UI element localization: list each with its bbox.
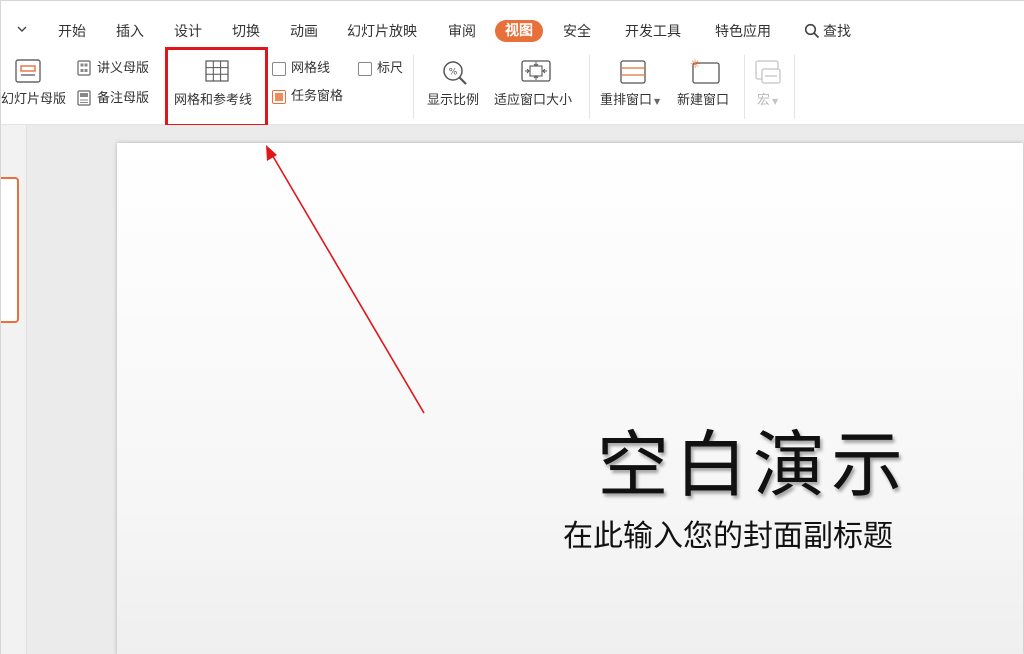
- slide-thumbnail[interactable]: [1, 177, 19, 323]
- window-frame: 开始 插入 设计 切换 动画 幻灯片放映 审阅 视图 安全 开发工具 特色应用 …: [0, 0, 1024, 654]
- slide-thumbnail-panel: [1, 125, 27, 654]
- new-window-button[interactable]: 新建窗口: [677, 93, 729, 109]
- ribbon-view: 幻灯片母版 讲义母版 备注母版 网格和参考线 网格线 标尺 任务窗格 % 显示比…: [1, 49, 1024, 125]
- gridlines-checkbox[interactable]: [272, 62, 286, 76]
- menu-bar: 开始 插入 设计 切换 动画 幻灯片放映 审阅 视图 安全 开发工具 特色应用 …: [1, 1, 1024, 49]
- search-icon[interactable]: [804, 23, 820, 39]
- svg-text:✳: ✳: [690, 57, 700, 71]
- ruler-label: 标尺: [377, 61, 404, 76]
- arrange-windows-label: 重排窗口: [600, 93, 653, 108]
- tab-animation[interactable]: 动画: [290, 21, 318, 43]
- notes-master-button[interactable]: 备注母版: [97, 91, 149, 107]
- handout-master-button[interactable]: 讲义母版: [97, 61, 149, 77]
- tab-view[interactable]: 视图: [495, 20, 543, 42]
- macro-label: 宏: [757, 93, 771, 108]
- gridlines-label: 网格线: [291, 61, 331, 76]
- tab-insert[interactable]: 插入: [116, 21, 144, 43]
- tab-security[interactable]: 安全: [563, 21, 591, 43]
- slide-title[interactable]: 空白演示: [597, 425, 909, 505]
- zoom-button[interactable]: 显示比例: [427, 93, 479, 109]
- arrange-windows-button[interactable]: 重排窗口 ▼: [600, 93, 660, 110]
- task-pane-label: 任务窗格: [291, 89, 344, 104]
- search-label[interactable]: 查找: [823, 21, 851, 43]
- new-window-icon: ✳: [690, 57, 720, 84]
- ruler-checkbox[interactable]: [358, 62, 372, 76]
- tab-review[interactable]: 审阅: [448, 21, 476, 43]
- slide-master-button[interactable]: 幻灯片母版: [1, 92, 66, 108]
- slide-canvas[interactable]: 空白演示 在此输入您的封面副标题: [117, 143, 1023, 654]
- ribbon-separator: [794, 55, 795, 119]
- macro-icon: [755, 60, 781, 84]
- workspace: 空白演示 在此输入您的封面副标题: [1, 125, 1024, 654]
- fit-window-icon: [521, 60, 551, 82]
- notes-master-icon: [77, 90, 91, 106]
- chevron-down-icon[interactable]: [15, 23, 29, 37]
- ribbon-separator: [744, 55, 745, 119]
- slide-subtitle[interactable]: 在此输入您的封面副标题: [563, 519, 893, 555]
- tab-slideshow[interactable]: 幻灯片放映: [347, 21, 417, 43]
- zoom-icon: %: [443, 61, 467, 85]
- caret-down-icon: ▼: [772, 97, 779, 106]
- tab-developer[interactable]: 开发工具: [625, 21, 681, 43]
- task-pane-checkbox[interactable]: [272, 90, 286, 104]
- ribbon-separator: [413, 55, 414, 119]
- tab-features[interactable]: 特色应用: [715, 21, 771, 43]
- caret-down-icon: ▼: [654, 97, 661, 106]
- macro-button[interactable]: 宏 ▼: [757, 93, 778, 110]
- tab-design[interactable]: 设计: [174, 21, 202, 43]
- arrange-windows-icon: [620, 60, 646, 84]
- fit-window-button[interactable]: 适应窗口大小: [494, 93, 572, 109]
- tab-home[interactable]: 开始: [58, 21, 86, 43]
- handout-master-icon: [77, 60, 91, 76]
- highlight-box: [165, 47, 268, 127]
- tab-transition[interactable]: 切换: [232, 21, 260, 43]
- svg-text:%: %: [449, 68, 458, 78]
- slide-master-icon: [15, 59, 41, 83]
- ribbon-separator: [589, 55, 590, 119]
